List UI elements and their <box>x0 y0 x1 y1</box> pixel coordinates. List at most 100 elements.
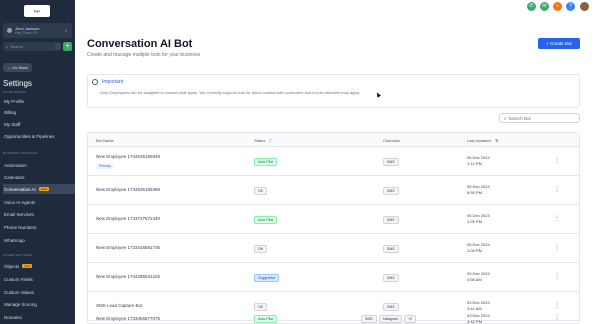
help-icon[interactable]: ? <box>566 2 575 11</box>
create-bot-button[interactable]: + Create Bot <box>538 38 580 49</box>
column-header-bot-name: Bot Name <box>96 138 114 143</box>
sidebar-item-label: Voice AI Agents <box>4 199 36 205</box>
phone-icon[interactable]: ✆ <box>527 2 536 11</box>
sidebar-item-custom-values[interactable]: Custom Values <box>3 287 75 297</box>
sidebar-item-label: WhatsApp <box>4 237 25 243</box>
megaphone-icon[interactable]: ✉ <box>540 2 549 11</box>
bot-name[interactable]: New Employee 1733456677076 <box>96 316 160 321</box>
last-updated-date: 05 Dec 2024 <box>467 155 490 160</box>
status-badge: Auto-Pilot <box>254 315 278 323</box>
new-badge: New <box>22 264 33 268</box>
table-row[interactable]: New Employee 1733456677076 Auto-Pilot SM… <box>88 305 579 323</box>
sidebar-item-manage-scoring[interactable]: Manage Scoring <box>3 299 75 309</box>
sidebar-item-automation[interactable]: Automation <box>3 160 75 170</box>
bot-name[interactable]: New Employee 1733727572440 <box>96 216 160 221</box>
sidebar-search-input[interactable]: ⌕ Search <box>3 42 59 51</box>
sidebar-section-header: MY BUSINESS <box>3 90 26 94</box>
sidebar-item-label: Conversation AI <box>4 186 36 192</box>
account-sub: Hey There, FL <box>15 30 38 35</box>
last-updated-date: 03 Dec 2024 <box>467 313 490 318</box>
more-options-icon[interactable]: ⋮ <box>554 314 560 321</box>
info-text: Only Employees can be assigned to contac… <box>100 90 361 95</box>
sidebar-item-custom-fields[interactable]: Custom Fields <box>3 274 75 284</box>
sidebar-item-whatsapp[interactable]: WhatsApp <box>3 235 75 245</box>
go-back-button[interactable]: ← Go Back <box>3 63 32 72</box>
settings-title: Settings <box>3 79 32 88</box>
status-badge: Off <box>254 245 267 253</box>
bell-icon[interactable]: ♪ <box>553 2 562 11</box>
channel-more-badge[interactable]: +2 <box>404 315 417 323</box>
sidebar-item-objects[interactable]: Objects New <box>3 261 75 271</box>
table-row[interactable]: New Employee 1733727572440 Auto-Pilot SM… <box>88 205 579 234</box>
more-options-icon[interactable]: ⋮ <box>554 186 560 193</box>
sidebar-item-opportunities[interactable]: Opportunities & Pipelines <box>3 131 75 141</box>
sidebar: logo Jhon Jackson Hey There, FL ⇕ ⌕ Sear… <box>0 0 75 324</box>
page-title: Conversation AI Bot <box>87 38 193 50</box>
sidebar-item-label: Custom Values <box>4 289 35 295</box>
sidebar-item-label: Opportunities & Pipelines <box>4 133 55 139</box>
table-row[interactable]: New Employee 1734285531226 Suggestive SM… <box>88 263 579 292</box>
sidebar-item-label: Phone Numbers <box>4 224 37 230</box>
channel-badge: SMS <box>383 245 399 253</box>
table-row[interactable]: New Employee 1733416591736 Off SMS 05 De… <box>88 234 579 263</box>
sidebar-item-calendars[interactable]: Calendars <box>3 172 75 182</box>
main-content: Conversation AI Bot Create and manage mu… <box>75 12 602 324</box>
sidebar-item-my-profile[interactable]: My Profile <box>3 96 75 106</box>
last-updated-time: 1:25 PM <box>467 218 482 224</box>
info-icon[interactable]: ⓘ <box>268 138 272 144</box>
top-bar: ✆ ✉ ♪ ? <box>75 0 602 12</box>
bot-name[interactable]: New Employee 1734285531226 <box>96 274 160 279</box>
column-header-status: Status <box>254 138 266 143</box>
last-updated-date: 05 Dec 2024 <box>467 242 490 247</box>
location-icon <box>7 28 12 33</box>
search-icon: ⌕ <box>504 115 507 121</box>
info-icon <box>92 79 98 85</box>
channel-badge: SMS <box>361 315 377 323</box>
sidebar-item-label: Manage Scoring <box>4 301 37 307</box>
chevron-updown-icon: ⇕ <box>64 28 68 33</box>
sidebar-item-domains[interactable]: Domains <box>3 312 75 322</box>
bot-name[interactable]: New Employee 1734636185849 <box>96 154 160 159</box>
sidebar-item-billing[interactable]: Billing <box>3 107 75 117</box>
sidebar-item-label: My Profile <box>4 98 25 104</box>
channel-badge: Instagram <box>378 315 403 323</box>
sidebar-item-email-services[interactable]: Email Services <box>3 209 75 219</box>
sidebar-item-conversation-ai[interactable]: Conversation AI New <box>3 184 75 194</box>
channel-badge: SMS <box>383 274 399 282</box>
avatar[interactable] <box>580 2 589 11</box>
go-back-label: Go Back <box>12 65 28 70</box>
sidebar-item-label: Billing <box>4 109 17 115</box>
sidebar-item-label: Custom Fields <box>4 276 33 282</box>
table-header: Bot Name Status ⓘ Channels Last Updated … <box>88 133 579 147</box>
more-options-icon[interactable]: ⋮ <box>554 157 560 164</box>
more-options-icon[interactable]: ⋮ <box>554 273 560 280</box>
column-header-last-updated: Last Updated <box>467 138 491 143</box>
status-badge: Suggestive <box>254 274 280 282</box>
primary-badge: Primary <box>96 163 115 169</box>
sidebar-item-label: Calendars <box>4 174 25 180</box>
table-row[interactable]: New Employee 1734636185849 Primary Auto-… <box>88 147 579 176</box>
search-bot-input[interactable]: ⌕ Search Bot <box>499 113 580 123</box>
more-options-icon[interactable]: ⋮ <box>554 244 560 251</box>
sidebar-item-voice-ai[interactable]: Voice AI Agents <box>3 197 75 207</box>
table-row[interactable]: New Employee 1734636185498 Off SMS 05 De… <box>88 176 579 205</box>
info-title[interactable]: Important <box>102 79 123 85</box>
sidebar-section-header: BUSINESS SERVICES <box>3 151 38 155</box>
account-switcher[interactable]: Jhon Jackson Hey There, FL ⇕ <box>3 23 72 38</box>
bot-name[interactable]: New Employee 1734636185498 <box>96 187 160 192</box>
channel-badge: SMS <box>383 187 399 195</box>
sort-icon[interactable]: ⇅ <box>495 138 498 143</box>
search-bot-placeholder: Search Bot <box>508 115 531 121</box>
sidebar-item-phone-numbers[interactable]: Phone Numbers <box>3 222 75 232</box>
sidebar-section-header: OTHER SETTINGS <box>3 253 33 257</box>
quick-add-button[interactable]: + <box>63 42 72 51</box>
more-options-icon[interactable]: ⋮ <box>554 215 560 222</box>
channel-badge: SMS <box>383 216 399 224</box>
sidebar-item-my-staff[interactable]: My Staff <box>3 119 75 129</box>
bot-name[interactable]: New Employee 1733416591736 <box>96 245 160 250</box>
sidebar-item-label: Automation <box>4 162 27 168</box>
status-badge: Auto-Pilot <box>254 158 278 166</box>
last-updated-time: 1:09 PM <box>467 247 482 253</box>
last-updated-date: 03 Dec 2024 <box>467 271 490 276</box>
bots-table: Bot Name Status ⓘ Channels Last Updated … <box>87 132 580 324</box>
